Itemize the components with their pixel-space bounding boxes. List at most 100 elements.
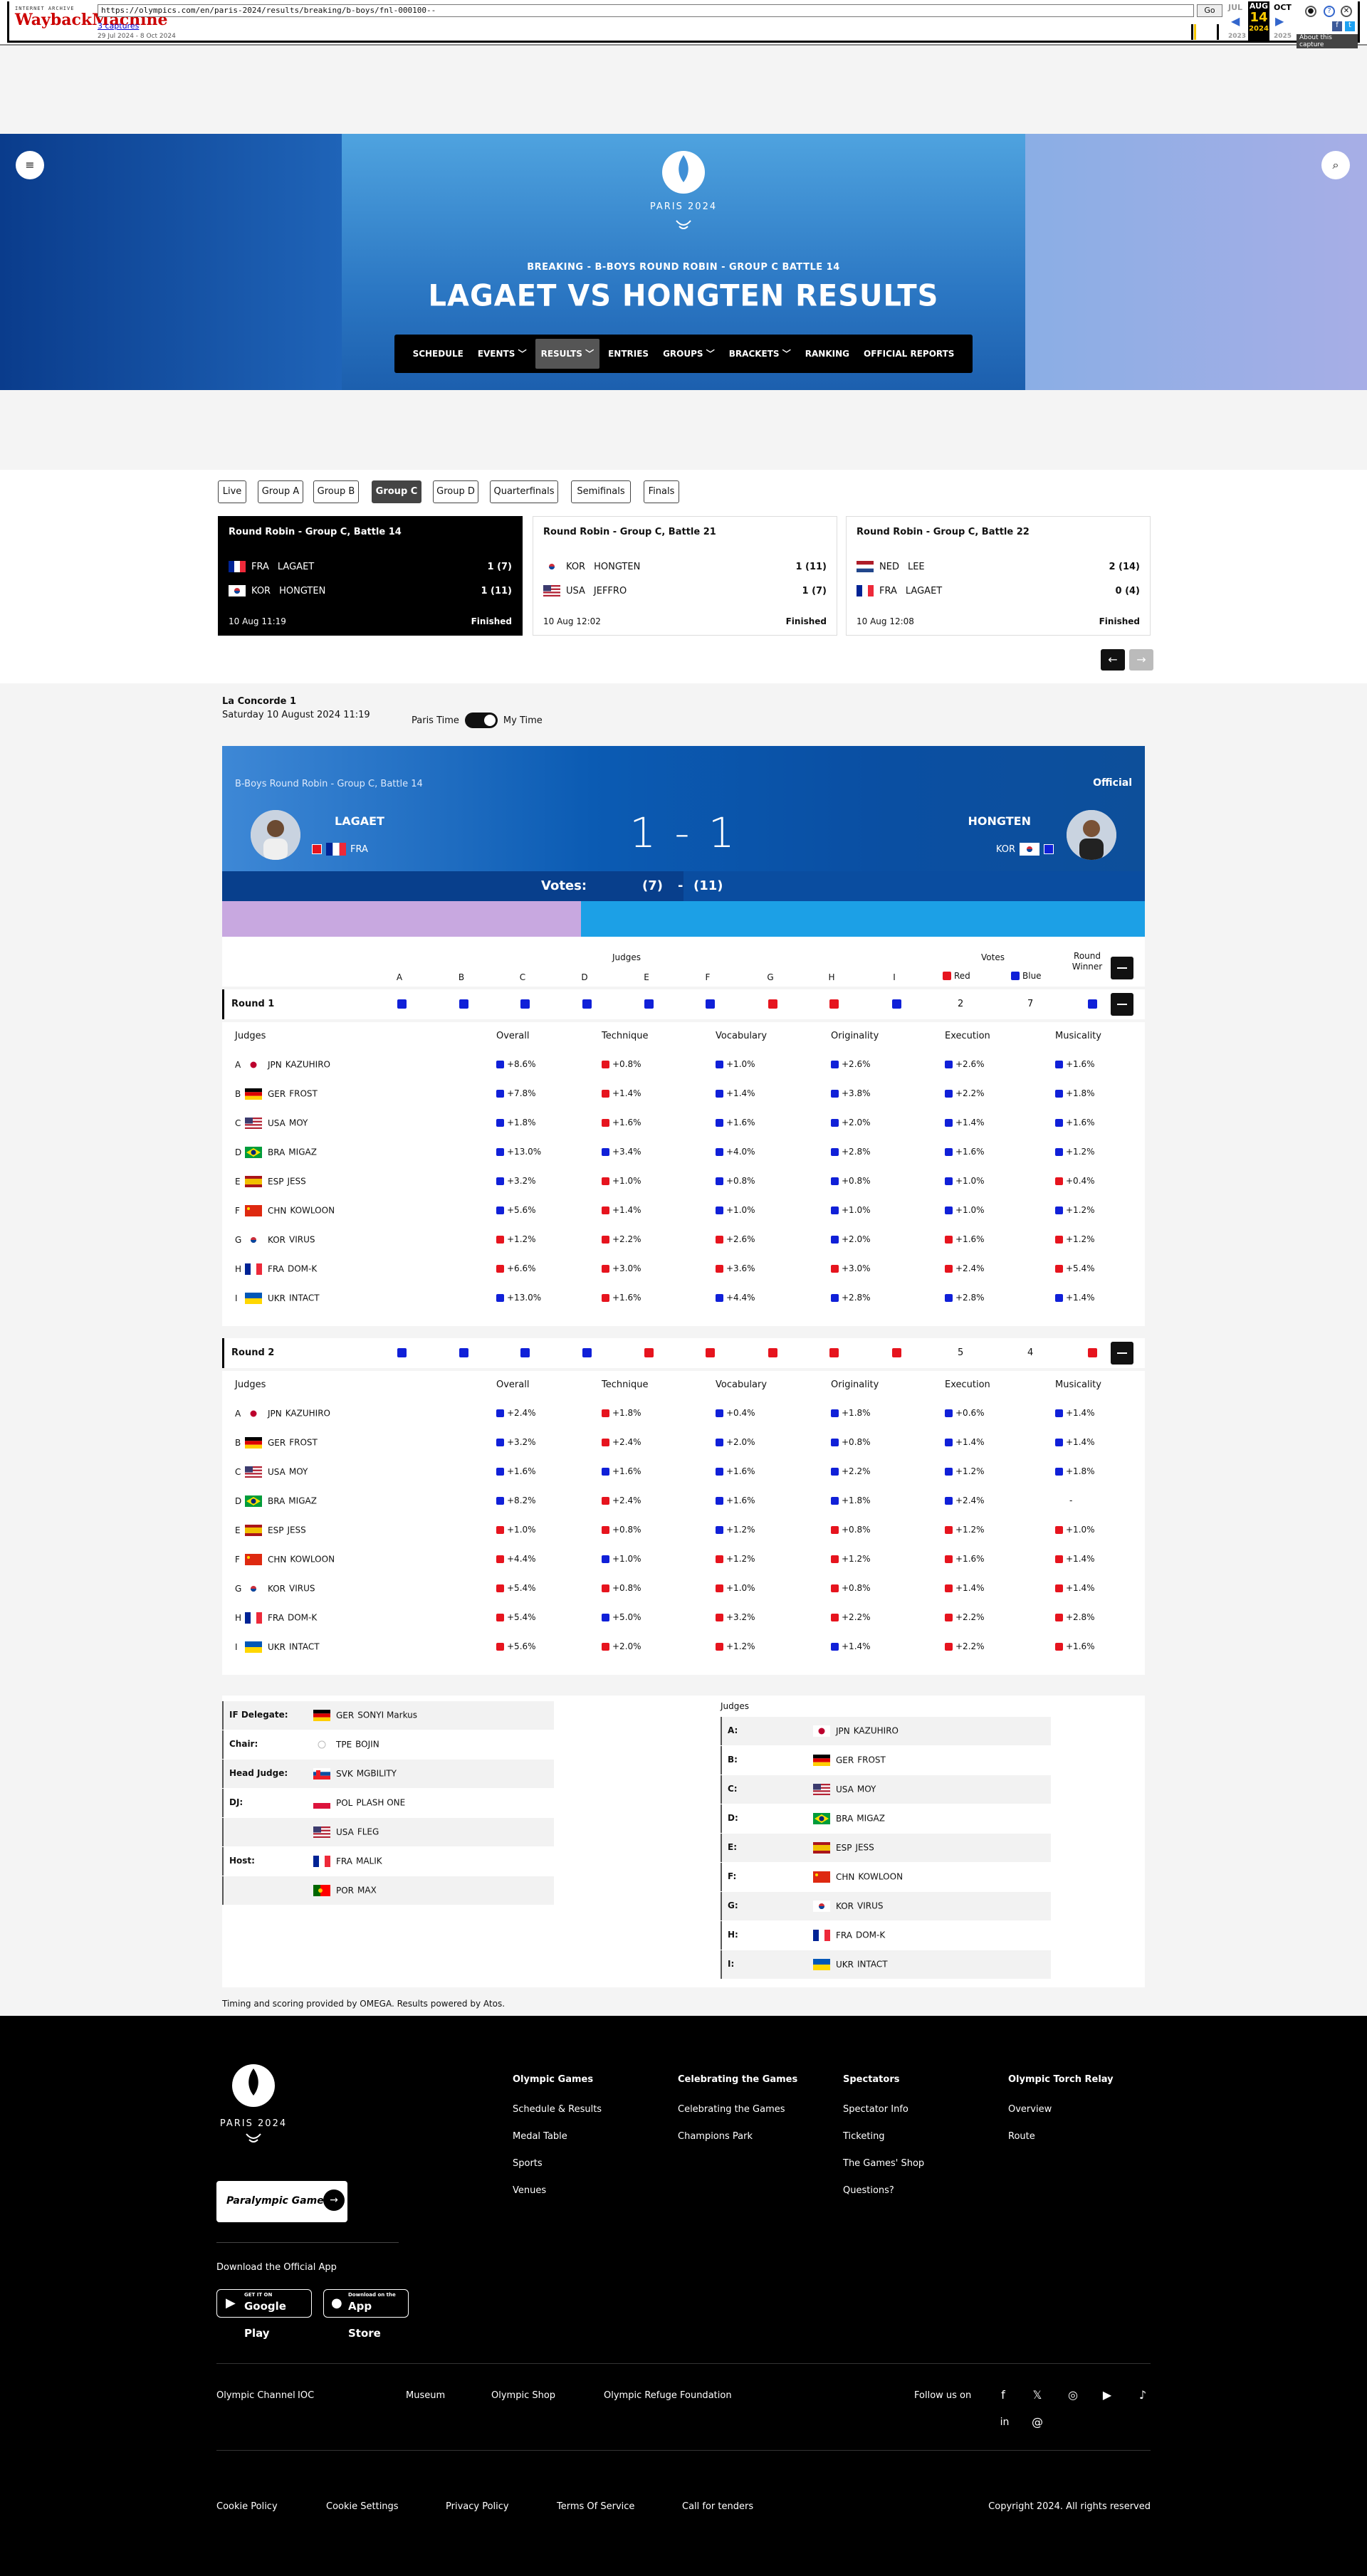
score-cell: +2.6% xyxy=(945,1059,985,1069)
tab-quarterfinals[interactable]: Quarterfinals xyxy=(490,480,558,503)
wayback-facebook-icon[interactable]: f xyxy=(1332,21,1342,31)
footer-link[interactable]: Venues xyxy=(513,2185,602,2196)
threads-icon[interactable]: @ xyxy=(1030,2414,1045,2430)
nav-schedule[interactable]: SCHEDULE xyxy=(407,339,469,369)
footer-link[interactable]: The Games' Shop xyxy=(843,2158,924,2169)
wayback-month-next[interactable]: OCT xyxy=(1274,3,1292,12)
menu-button[interactable]: ≡ xyxy=(16,151,44,179)
collapse-all-button[interactable] xyxy=(1111,957,1133,979)
wayback-about-link[interactable]: About this capture xyxy=(1297,34,1358,48)
paris-2024-logo[interactable] xyxy=(655,148,712,236)
judge-cell: E ESP JESS xyxy=(235,1525,377,1536)
nav-results[interactable]: RESULTS ﹀ xyxy=(535,339,600,369)
wayback-url-input[interactable]: https://olympics.com/en/paris-2024/resul… xyxy=(98,4,1194,17)
red-indicator-icon xyxy=(716,1555,723,1563)
legal-link[interactable]: Cookie Policy xyxy=(216,2501,278,2512)
app-store-button[interactable]: ● Download on the App Store xyxy=(323,2289,409,2340)
nav-groups[interactable]: GROUPS ﹀ xyxy=(657,339,721,369)
athlete-name: LAGAET xyxy=(277,561,315,572)
footer-bottom-link[interactable]: Olympic Channel xyxy=(216,2390,295,2401)
wayback-help-icon[interactable]: ? xyxy=(1324,6,1335,17)
official-name: MAX xyxy=(357,1885,377,1896)
wayback-close-icon[interactable]: ✕ xyxy=(1341,6,1352,17)
tiktok-icon[interactable]: ♪ xyxy=(1135,2387,1151,2403)
linkedin-icon[interactable]: in xyxy=(997,2414,1012,2430)
nav-brackets[interactable]: BRACKETS ﹀ xyxy=(723,339,797,369)
footer-link[interactable]: Spectator Info xyxy=(843,2104,924,2115)
wayback-twitter-icon[interactable]: t xyxy=(1345,21,1355,31)
score-value: +1.4% xyxy=(955,1118,985,1127)
legal-link[interactable]: Terms Of Service xyxy=(557,2501,634,2512)
wayback-prev-arrow-icon[interactable]: ◀ xyxy=(1231,14,1240,28)
x-icon[interactable]: 𝕏 xyxy=(1030,2387,1045,2403)
score-value: +1.4% xyxy=(842,1641,871,1651)
nav-groups-label: GROUPS xyxy=(663,349,703,359)
red-indicator-icon xyxy=(945,1642,953,1651)
footer-link[interactable]: Ticketing xyxy=(843,2131,924,2142)
tab-group-b[interactable]: Group B xyxy=(313,480,359,503)
battle-card[interactable]: Round Robin - Group C, Battle 22 NED LEE 2 … xyxy=(846,516,1151,636)
footer-link[interactable]: Overview xyxy=(1008,2104,1114,2115)
tab-semifinals[interactable]: Semifinals xyxy=(571,480,631,503)
table-row: H FRA DOM-K +5.4% +5.0% +3.2% +2.2% +2.2% +2.8% xyxy=(222,1602,1145,1631)
nav-official-reports[interactable]: OFFICIAL REPORTS xyxy=(858,339,960,369)
nav-ranking[interactable]: RANKING xyxy=(800,339,855,369)
paralympic-button[interactable]: Paralympic Games → xyxy=(216,2181,347,2222)
judge-cell: G KOR VIRUS xyxy=(235,1234,377,1246)
round-row[interactable]: Round 2 5 4 xyxy=(222,1338,1145,1368)
wayback-user-icon[interactable]: ● xyxy=(1305,6,1316,17)
footer-link[interactable]: Route xyxy=(1008,2131,1114,2142)
prev-battles-button[interactable]: ← xyxy=(1101,649,1125,671)
wayback-histogram[interactable] xyxy=(1184,23,1225,41)
search-icon: ⌕ xyxy=(1332,158,1339,172)
wayback-logo[interactable]: INTERNET ARCHIVE WaybackMachine xyxy=(15,6,167,37)
round-row[interactable]: Round 1 2 7 xyxy=(222,989,1145,1019)
time-toggle[interactable] xyxy=(464,713,498,728)
blue-indicator-icon xyxy=(716,1293,723,1302)
judge-letter: H xyxy=(235,1612,242,1623)
score-cell: +1.4% xyxy=(831,1641,871,1651)
legal-link[interactable]: Cookie Settings xyxy=(326,2501,399,2512)
tab-group-c[interactable]: Group C xyxy=(372,480,421,503)
collapse-round-button[interactable] xyxy=(1111,993,1133,1016)
wayback-captures-link[interactable]: 3 captures xyxy=(98,21,139,31)
footer-link[interactable]: Celebrating the Games xyxy=(678,2104,797,2115)
footer-link[interactable]: Sports xyxy=(513,2158,602,2169)
footer-bottom-link[interactable]: Museum xyxy=(406,2390,445,2401)
search-button[interactable]: ⌕ xyxy=(1321,151,1350,179)
footer-paris-2024-logo[interactable] xyxy=(214,2060,293,2152)
tab-group-d[interactable]: Group D xyxy=(433,480,478,503)
footer-bottom-link[interactable]: Olympic Shop xyxy=(491,2390,555,2401)
table-row: C USA MOY +1.8% +1.6% +1.6% +2.0% +1.4% +1.6% xyxy=(222,1108,1145,1137)
next-battles-button[interactable]: → xyxy=(1129,649,1153,671)
footer-link[interactable]: Schedule & Results xyxy=(513,2104,602,2115)
tab-group-a[interactable]: Group A xyxy=(258,480,303,503)
nav-events[interactable]: EVENTS ﹀ xyxy=(472,339,533,369)
youtube-icon[interactable]: ▶ xyxy=(1099,2387,1115,2403)
flag-esp-icon xyxy=(813,1842,830,1854)
facebook-icon[interactable]: f xyxy=(995,2387,1011,2403)
footer-link[interactable]: Questions? xyxy=(843,2185,924,2196)
footer-bottom-link[interactable]: Olympic Refuge Foundation xyxy=(604,2390,732,2401)
official-role: IF Delegate: xyxy=(229,1710,288,1720)
footer-link[interactable]: Medal Table xyxy=(513,2131,602,2142)
wayback-next-arrow-icon[interactable]: ▶ xyxy=(1275,14,1284,28)
legal-link[interactable]: Privacy Policy xyxy=(446,2501,509,2512)
footer-bottom-link[interactable]: IOC xyxy=(298,2390,314,2401)
battle-card[interactable]: Round Robin - Group C, Battle 21 KOR HONGT… xyxy=(533,516,837,636)
battle-label: B-Boys Round Robin - Group C, Battle 14 xyxy=(235,779,423,789)
instagram-icon[interactable]: ◎ xyxy=(1065,2387,1081,2403)
wayback-go-button[interactable]: Go xyxy=(1197,4,1222,17)
collapse-round-button[interactable] xyxy=(1111,1342,1133,1365)
wayback-month-prev[interactable]: JUL xyxy=(1228,3,1242,12)
nav-entries[interactable]: ENTRIES xyxy=(602,339,654,369)
blue-indicator-icon xyxy=(496,1293,504,1302)
tab-live[interactable]: Live xyxy=(218,480,246,503)
right-athlete-name: HONGTEN xyxy=(968,814,1031,828)
legal-link[interactable]: Call for tenders xyxy=(682,2501,753,2512)
footer-link[interactable]: Champions Park xyxy=(678,2131,797,2142)
judge-list-row: H: FRA DOM-K xyxy=(721,1921,1051,1950)
battle-card[interactable]: Round Robin - Group C, Battle 14 FRA LAGAE… xyxy=(218,516,523,636)
tab-finals[interactable]: Finals xyxy=(644,480,679,503)
google-play-button[interactable]: ▶ GET IT ON Google Play xyxy=(216,2289,312,2340)
